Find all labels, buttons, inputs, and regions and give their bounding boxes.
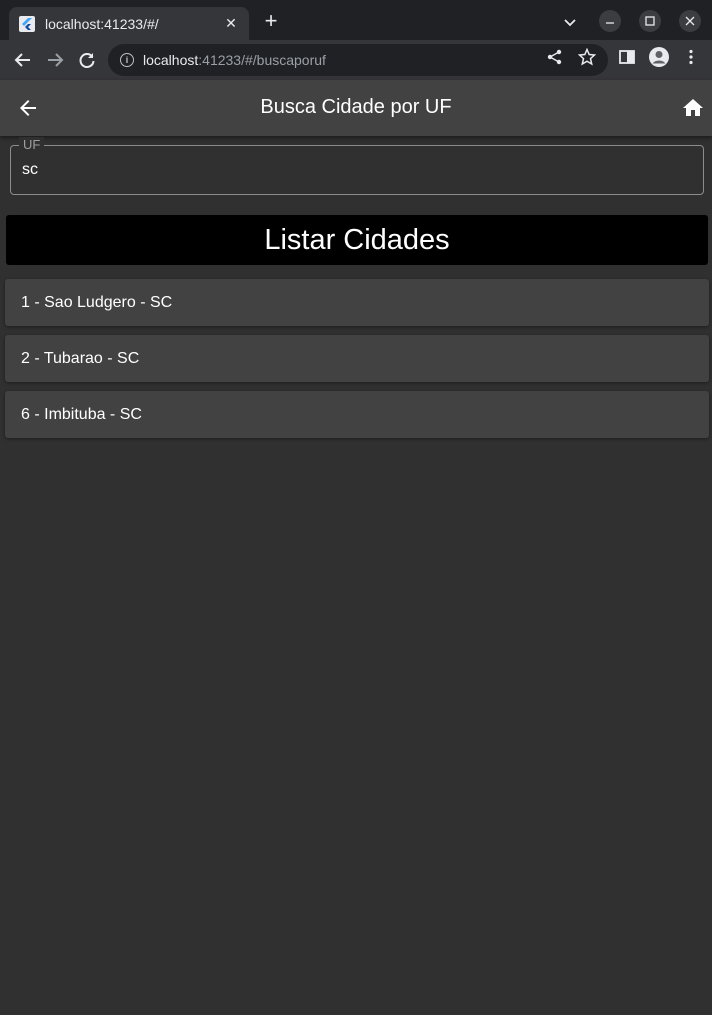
- flutter-favicon-icon: [19, 15, 35, 32]
- url-path: :41233/#/buscaporuf: [198, 52, 326, 68]
- minimize-button[interactable]: [599, 10, 621, 32]
- share-icon[interactable]: [546, 48, 564, 66]
- uf-field[interactable]: UF: [10, 137, 704, 195]
- url-host: localhost: [143, 52, 199, 68]
- bookmark-star-icon[interactable]: [577, 47, 597, 66]
- tab-search-chevron-icon[interactable]: [560, 12, 580, 32]
- maximize-button[interactable]: [639, 10, 661, 32]
- new-tab-button[interactable]: +: [260, 10, 282, 32]
- city-list: 1 - Sao Ludgero - SC 2 - Tubarao - SC 6 …: [5, 279, 709, 447]
- app-bar: Busca Cidade por UF: [0, 80, 712, 136]
- city-list-item[interactable]: 6 - Imbituba - SC: [5, 391, 709, 438]
- browser-tab[interactable]: localhost:41233/#/ ✕: [9, 7, 249, 40]
- side-panel-icon[interactable]: [618, 48, 636, 66]
- site-info-icon[interactable]: i: [120, 53, 134, 67]
- city-list-item[interactable]: 1 - Sao Ludgero - SC: [5, 279, 709, 326]
- address-bar[interactable]: i localhost:41233/#/buscaporuf: [108, 44, 608, 76]
- uf-input[interactable]: [22, 158, 682, 182]
- page-title: Busca Cidade por UF: [260, 96, 452, 118]
- browser-menu-icon[interactable]: [682, 48, 700, 66]
- close-window-button[interactable]: [679, 10, 701, 32]
- uf-field-label: UF: [19, 137, 45, 153]
- tab-title: localhost:41233/#/: [45, 15, 159, 32]
- browser-tab-strip: localhost:41233/#/ ✕ +: [0, 0, 712, 40]
- browser-back-icon[interactable]: [11, 48, 35, 72]
- browser-forward-icon[interactable]: [43, 48, 67, 72]
- browser-toolbar: i localhost:41233/#/buscaporuf: [0, 40, 712, 80]
- list-cities-button[interactable]: Listar Cidades: [6, 215, 708, 265]
- app-viewport: Busca Cidade por UF UF Listar Cidades 1 …: [0, 80, 712, 1015]
- city-list-item[interactable]: 2 - Tubarao - SC: [5, 335, 709, 382]
- home-icon[interactable]: [681, 96, 705, 120]
- profile-avatar-icon[interactable]: [648, 46, 670, 68]
- reload-icon[interactable]: [75, 48, 99, 72]
- tab-close-icon[interactable]: ✕: [223, 15, 239, 32]
